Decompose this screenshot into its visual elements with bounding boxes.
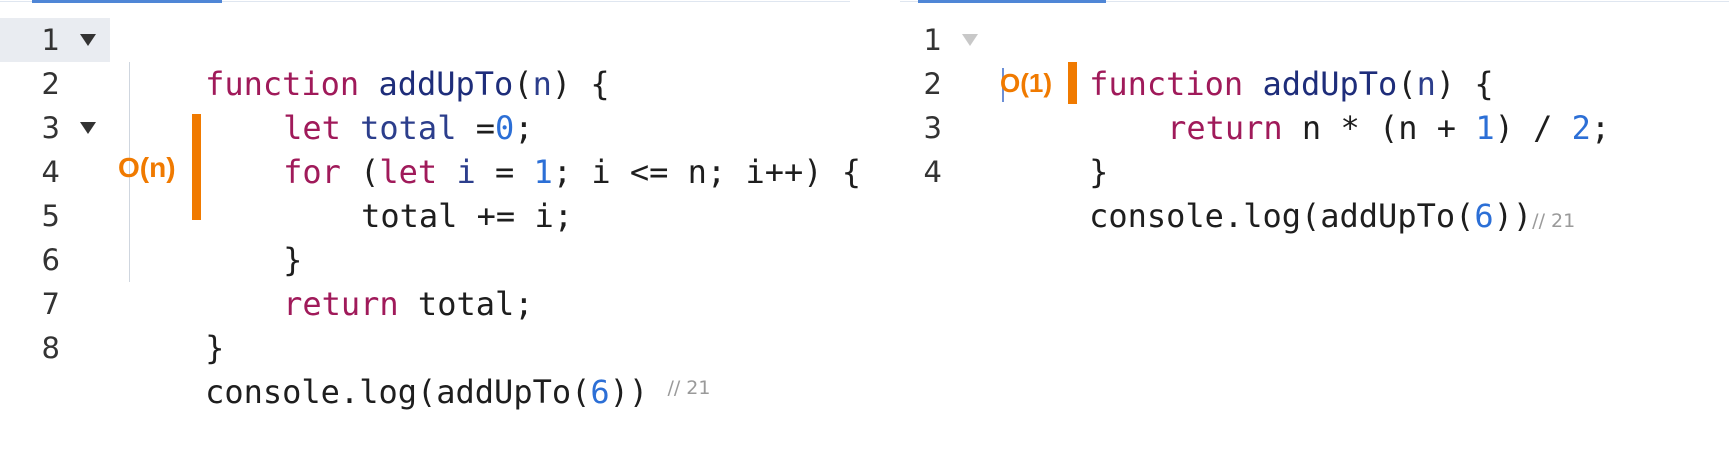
line-number: 6 [41,243,60,277]
left-code-editor[interactable]: 1 2 3 4 5 6 7 8 function addUpTo(n) { le… [0,18,861,411]
complexity-label: O(1) [1000,68,1052,98]
code-text: ; i <= n; i++) { [552,153,862,191]
right-active-tab-indicator[interactable] [918,0,1106,3]
left-active-tab-indicator[interactable] [32,0,222,3]
code-text: total; [398,285,534,323]
code-text: )) [609,373,649,411]
keyword: return [1167,109,1283,147]
line-number: 5 [41,199,60,233]
code-text: total += i; [361,197,573,235]
number-literal: 2 [1571,109,1591,147]
number-literal: 6 [590,373,610,411]
keyword: return [283,285,399,323]
code-text: console.log(addUpTo( [205,373,591,411]
line-number: 3 [41,111,60,145]
code-line: for (let i = 1; i <= n; i++) { [206,106,861,191]
line-number: 8 [41,331,60,365]
code-line: return n * (n + 1) / 2; [1090,62,1610,147]
code-text: n * (n + [1282,109,1476,147]
code-line: function addUpTo(n) { [128,18,610,103]
right-code-editor[interactable]: 1 2 3 4 function addUpTo(n) { return n *… [900,18,1729,401]
inline-result-comment: // 21 [1532,210,1576,232]
fold-toggle-icon[interactable] [80,122,96,134]
fold-toggle-icon[interactable] [962,34,978,46]
line-number: 1 [923,23,942,57]
line-number: 2 [923,67,942,101]
punctuation: ) { [551,65,610,103]
number-literal: 1 [1475,109,1495,147]
complexity-marker-bar [192,114,201,220]
code-line: let total =0; [206,62,533,147]
code-line: } [206,194,302,279]
code-line: console.log(addUpTo(6)) // 21 [128,326,710,411]
parameter: n [532,65,552,103]
complexity-marker-bar [1068,62,1077,104]
line-number: 3 [923,111,942,145]
code-line: } [128,282,224,367]
code-text: )) [1493,197,1533,235]
inline-result-comment: // 21 [667,377,711,399]
line-number: 4 [41,155,60,189]
code-text: console.log(addUpTo( [1089,197,1475,235]
code-line: function addUpTo(n) { [1012,18,1494,103]
punctuation: ; [1590,109,1611,147]
number-literal: 6 [1474,197,1494,235]
line-number: 1 [41,23,60,57]
line-number: 7 [41,287,60,321]
line-number: 2 [41,67,60,101]
code-line: total += i; [284,150,573,235]
complexity-label: O(n) [118,152,176,183]
fold-toggle-icon[interactable] [80,34,96,46]
code-line: } [1012,106,1108,191]
code-line: return total; [206,238,533,323]
code-text: ) / [1494,109,1572,147]
line-number: 4 [923,155,942,189]
code-line: console.log(addUpTo(6))// 21 [1012,150,1575,235]
